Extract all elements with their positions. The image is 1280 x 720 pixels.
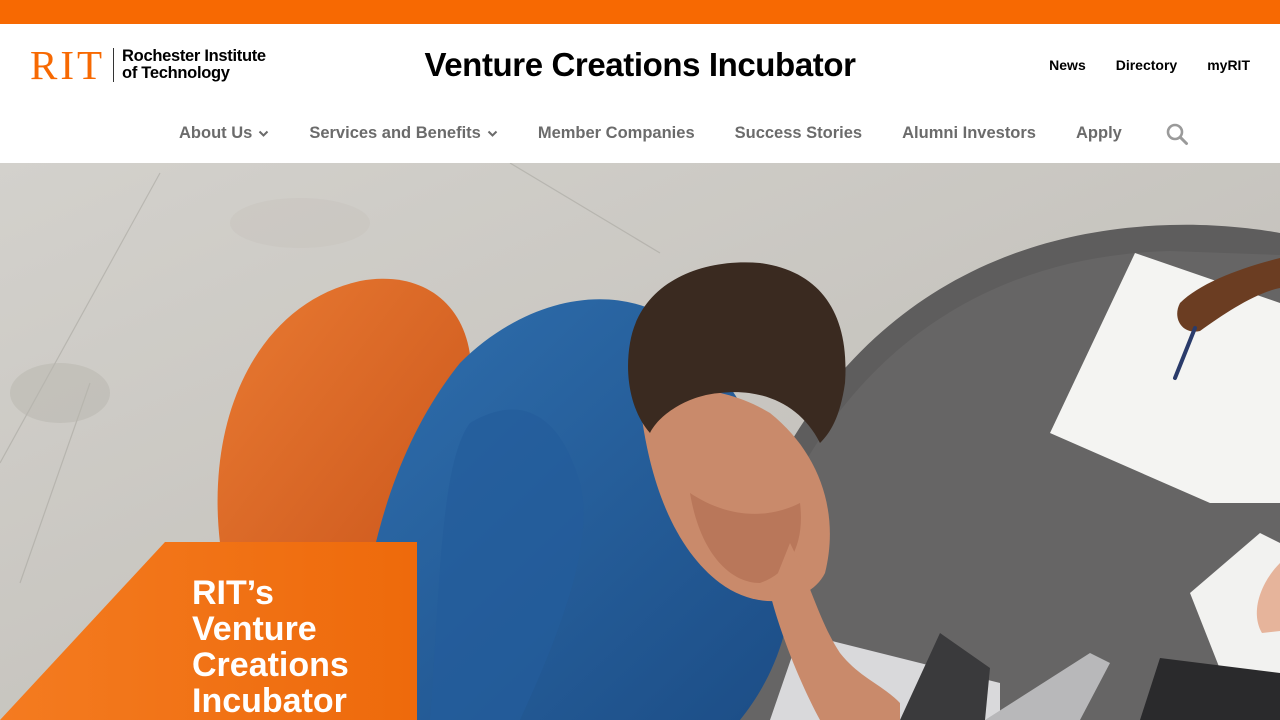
main-nav: About Us Services and Benefits Member Co…	[179, 124, 1122, 143]
utility-link-myrit[interactable]: myRIT	[1207, 57, 1250, 73]
chevron-down-icon	[487, 128, 498, 139]
nav-item-label: Services and Benefits	[309, 124, 481, 142]
nav-item-label: Alumni Investors	[902, 124, 1036, 142]
nav-item-label: Member Companies	[537, 124, 695, 142]
nav-item-about-us[interactable]: About Us	[179, 124, 269, 143]
hero-banner: RIT’s Venture Creations Incubator	[0, 163, 1280, 720]
site-header: RIT Rochester Institute of Technology Ve…	[0, 24, 1280, 163]
search-icon[interactable]	[1165, 122, 1189, 146]
nav-item-member-companies[interactable]: Member Companies	[538, 124, 695, 143]
nav-item-success-stories[interactable]: Success Stories	[735, 124, 863, 143]
utility-nav: News Directory myRIT	[1049, 57, 1250, 73]
top-accent-bar	[0, 0, 1280, 24]
hero-text-panel: RIT’s Venture Creations Incubator	[0, 542, 417, 720]
nav-item-services-and-benefits[interactable]: Services and Benefits	[309, 124, 498, 143]
nav-item-label: Apply	[1076, 124, 1122, 142]
hero-heading: RIT’s Venture Creations Incubator	[192, 574, 349, 720]
nav-item-label: Success Stories	[734, 124, 863, 142]
utility-link-news[interactable]: News	[1049, 57, 1086, 73]
nav-item-label: About Us	[179, 124, 253, 142]
utility-link-directory[interactable]: Directory	[1116, 57, 1177, 73]
nav-item-alumni-investors[interactable]: Alumni Investors	[902, 124, 1036, 143]
chevron-down-icon	[258, 128, 269, 139]
nav-item-apply[interactable]: Apply	[1076, 124, 1122, 143]
